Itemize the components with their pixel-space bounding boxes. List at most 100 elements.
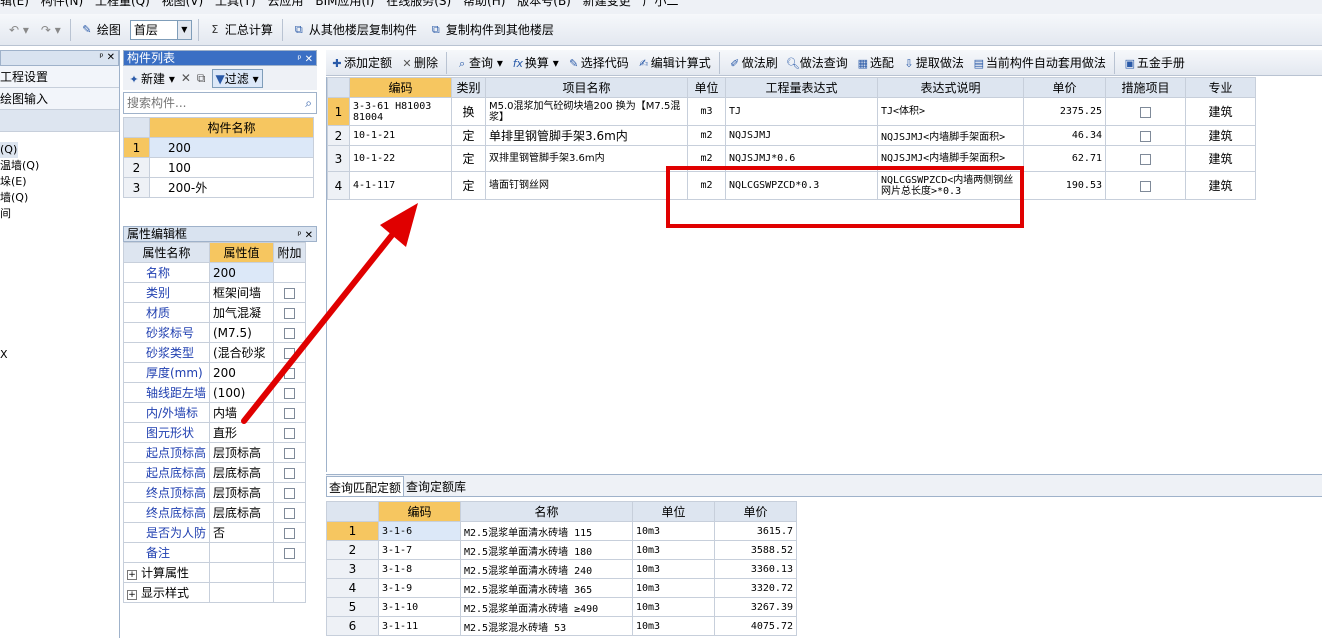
measure-checkbox[interactable] xyxy=(1140,180,1151,192)
quota-item-name[interactable]: 墙面钉钢丝网 xyxy=(485,171,688,200)
attach-checkbox[interactable] xyxy=(284,527,295,539)
menu-component[interactable]: 构件(N) xyxy=(41,0,83,8)
quota-name[interactable]: M2.5混浆单面清水砖墙 365 xyxy=(460,578,633,598)
measure-checkbox[interactable] xyxy=(1140,106,1151,118)
attach-checkbox[interactable] xyxy=(284,447,295,459)
tree-item[interactable]: (Q) xyxy=(0,142,18,158)
quota-unit-price[interactable]: 4075.72 xyxy=(714,616,797,636)
menu-cloud[interactable]: 云应用 xyxy=(268,0,304,8)
attach-checkbox[interactable] xyxy=(284,547,295,559)
property-row[interactable]: 终点顶标高 层顶标高 xyxy=(123,482,306,503)
quota-type[interactable]: 定 xyxy=(451,171,486,200)
quota-unit-price[interactable]: 3588.52 xyxy=(714,540,797,560)
quota-item-name[interactable]: 双排里钢管脚手架3.6m内 xyxy=(485,145,688,172)
quota-name[interactable]: M2.5混浆混水砖墙 53 xyxy=(460,616,633,636)
menu-tools[interactable]: 工具(T) xyxy=(215,0,256,8)
new-component-button[interactable]: ✦ 新建 ▾ xyxy=(127,70,174,87)
quota-code[interactable]: 10-1-21 xyxy=(349,125,452,146)
draw-button[interactable]: ✎ 绘图 xyxy=(77,19,124,41)
hardware-manual-button[interactable]: ▣ 五金手册 xyxy=(1123,54,1185,71)
property-value[interactable]: 层顶标高 xyxy=(209,482,274,503)
property-row[interactable]: 起点顶标高 层顶标高 xyxy=(123,442,306,463)
sum-button[interactable]: Σ 汇总计算 xyxy=(205,19,276,41)
quota-code[interactable]: 3-1-7 xyxy=(378,540,461,560)
query-button[interactable]: ⌕ 查询 ▾ xyxy=(455,54,503,71)
quota-type[interactable]: 换 xyxy=(451,97,486,126)
quota-unit-price[interactable]: 46.34 xyxy=(1023,125,1106,146)
quota-name[interactable]: M2.5混浆单面清水砖墙 115 xyxy=(460,521,633,541)
property-value[interactable]: 否 xyxy=(209,522,274,543)
quota-row[interactable]: 2 10-1-21 定单排里钢管脚手架3.6m内 m2 NQJSJMJ NQJSJMJ<内… xyxy=(327,125,1256,146)
measure-item[interactable] xyxy=(1105,125,1186,146)
quota-item-name[interactable]: 单排里钢管脚手架3.6m内 xyxy=(485,125,688,146)
quota-expression-desc[interactable]: NQJSJMJ<内墙脚手架面积> xyxy=(877,125,1024,146)
quota-unit[interactable]: 10m3 xyxy=(632,559,715,579)
property-value[interactable]: 层底标高 xyxy=(209,462,274,483)
menu-new-change[interactable]: 新建变更 xyxy=(583,0,631,8)
menu-view[interactable]: 视图(V) xyxy=(162,0,204,8)
select-code-button[interactable]: ✎ 选择代码 xyxy=(567,54,629,71)
delete-icon[interactable]: ✕ xyxy=(181,71,191,85)
convert-button[interactable]: fx 换算 ▾ xyxy=(511,54,559,71)
property-row[interactable]: 是否为人防否 xyxy=(123,522,306,543)
match-quota-row[interactable]: 1 3-1-6 M2.5混浆单面清水砖墙 115 10m3 3615.7 xyxy=(326,521,797,541)
quota-unit-price[interactable]: 3360.13 xyxy=(714,559,797,579)
quota-code[interactable]: 3-1-10 xyxy=(378,597,461,617)
menu-help[interactable]: 帮助(H) xyxy=(463,0,505,8)
quota-code[interactable]: 3-3-61 H81003 81004 xyxy=(349,97,452,126)
table-row[interactable]: 2 100 xyxy=(123,157,314,178)
quota-unit-price[interactable]: 190.53 xyxy=(1023,171,1106,200)
quota-type[interactable]: 定 xyxy=(451,125,486,146)
tree-item[interactable]: 间 xyxy=(0,206,119,222)
property-row[interactable]: 备注 xyxy=(123,542,306,563)
expand-icon[interactable]: + xyxy=(127,570,137,580)
property-value[interactable] xyxy=(209,582,274,603)
quota-unit-price[interactable]: 62.71 xyxy=(1023,145,1106,172)
match-quota-row[interactable]: 5 3-1-10 M2.5混浆单面清水砖墙 ≥490 10m3 3267.39 xyxy=(326,597,797,617)
method-brush-button[interactable]: ✐ 做法刷 xyxy=(728,54,778,71)
quota-unit-price[interactable]: 2375.25 xyxy=(1023,97,1106,126)
quota-unit[interactable]: 10m3 xyxy=(632,521,715,541)
quota-major[interactable]: 建筑 xyxy=(1185,125,1256,146)
quota-unit[interactable]: m2 xyxy=(687,125,726,146)
quota-type[interactable]: 定 xyxy=(451,145,486,172)
quota-code[interactable]: 3-1-9 xyxy=(378,578,461,598)
extract-method-button[interactable]: ⇩ 提取做法 xyxy=(902,54,964,71)
measure-checkbox[interactable] xyxy=(1140,130,1151,142)
quota-major[interactable]: 建筑 xyxy=(1185,97,1256,126)
component-name[interactable]: 100 xyxy=(149,157,314,178)
menu-online[interactable]: 在线服务(S) xyxy=(386,0,451,8)
copy-from-floor-button[interactable]: ⧉ 从其他楼层复制构件 xyxy=(289,19,420,41)
quota-code[interactable]: 10-1-22 xyxy=(349,145,452,172)
quota-code[interactable]: 3-1-8 xyxy=(378,559,461,579)
quota-unit[interactable]: 10m3 xyxy=(632,540,715,560)
close-icon[interactable]: ✕ xyxy=(305,54,313,65)
measure-checkbox[interactable] xyxy=(1140,153,1151,165)
match-quota-row[interactable]: 2 3-1-7 M2.5混浆单面清水砖墙 180 10m3 3588.52 xyxy=(326,540,797,560)
menu-quantity[interactable]: 工程量(Q) xyxy=(95,0,150,8)
redo-button[interactable]: ↷ ▾ xyxy=(38,19,64,41)
floor-select[interactable]: 首层 ▼ xyxy=(129,19,192,40)
quota-unit[interactable]: 10m3 xyxy=(632,616,715,636)
quota-item-name[interactable]: M5.0混浆加气砼砌块墙200 换为【M7.5混浆】 xyxy=(485,97,688,126)
close-icon[interactable]: ✕ xyxy=(107,51,115,65)
filter-button[interactable]: ▼过滤 ▾ xyxy=(211,68,263,88)
quota-name[interactable]: M2.5混浆单面清水砖墙 ≥490 xyxy=(460,597,633,617)
property-value[interactable]: 层顶标高 xyxy=(209,442,274,463)
menu-assistant[interactable]: 广小二 xyxy=(643,0,679,8)
quota-expression-desc[interactable]: TJ<体积> xyxy=(877,97,1024,126)
tree-item[interactable]: 垛(E) xyxy=(0,174,119,190)
pin-icon[interactable]: ᵖ xyxy=(297,54,301,65)
attach-checkbox[interactable] xyxy=(284,487,295,499)
property-value[interactable] xyxy=(209,562,274,583)
property-row[interactable]: + 计算属性 xyxy=(123,562,306,583)
quota-name[interactable]: M2.5混浆单面清水砖墙 180 xyxy=(460,540,633,560)
tree-item[interactable]: 温墙(Q) xyxy=(0,158,119,174)
method-query-button[interactable]: 🔍︎做法查询 xyxy=(786,54,848,71)
property-value[interactable]: 层底标高 xyxy=(209,502,274,523)
match-quota-row[interactable]: 3 3-1-8 M2.5混浆单面清水砖墙 240 10m3 3360.13 xyxy=(326,559,797,579)
quota-major[interactable]: 建筑 xyxy=(1185,171,1256,200)
property-row[interactable]: 终点底标高 层底标高 xyxy=(123,502,306,523)
measure-item[interactable] xyxy=(1105,171,1186,200)
tab-quota-library[interactable]: 查询定额库 xyxy=(404,476,468,496)
